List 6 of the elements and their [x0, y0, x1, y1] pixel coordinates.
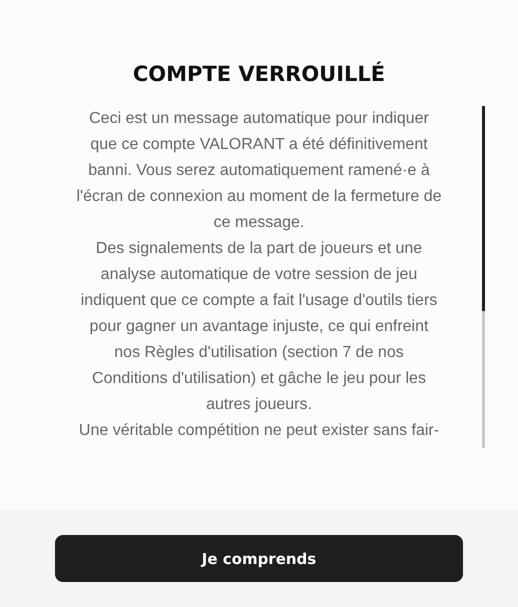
message-paragraph: Une véritable compétition ne peut exister sans fair-: [78, 421, 440, 441]
scrollbar[interactable]: [482, 106, 485, 448]
confirm-button[interactable]: Je comprends: [55, 535, 463, 582]
message-paragraph: Des signalements de la part de joueurs et une analyse automatique de votre session de jeu indiquent que ce compte a fait l'usage d'outils tiers pour gagner un avantage injuste, ce qui enfreint nos Règles d'utilisation (section 7 de nos Conditions d'utilisation) et gâche le jeu pour les autres joueurs.: [80, 239, 438, 415]
message-paragraph: Ceci est un message automatique pour indiquer que ce compte VALORANT a été définitivement banni. Vous serez automatiquement ramené·e à l'écran de connexion au moment de la fermeture de ce message.: [75, 109, 443, 233]
dialog-title: COMPTE VERROUILLÉ: [132, 60, 386, 88]
